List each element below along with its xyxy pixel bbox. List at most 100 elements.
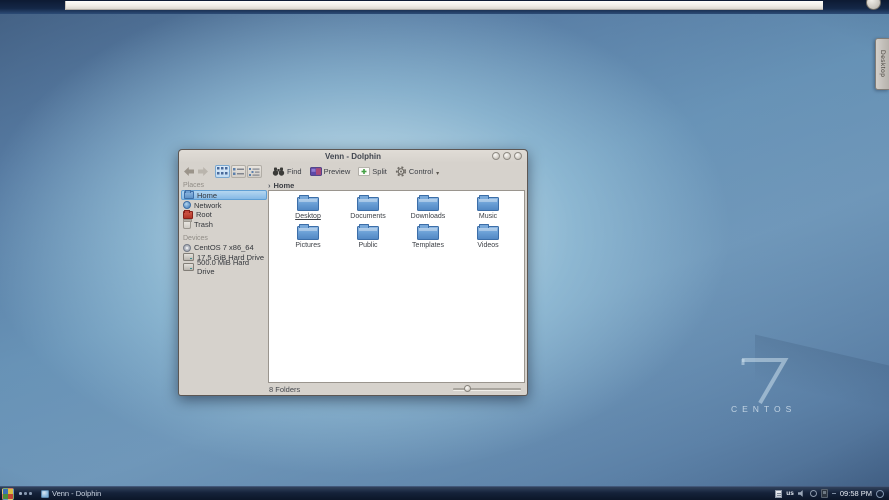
sidebar-item-label: Trash bbox=[194, 219, 213, 229]
forward-icon[interactable] bbox=[198, 167, 208, 176]
folder-icon bbox=[417, 224, 439, 240]
zoom-slider[interactable] bbox=[453, 385, 521, 392]
folder-item[interactable]: Desktop bbox=[278, 195, 338, 224]
pager-dots-icon[interactable] bbox=[19, 492, 33, 495]
task-label: Venn - Dolphin bbox=[52, 489, 102, 498]
details-view-icon bbox=[249, 168, 260, 176]
desktop-edge-tab-label: Desktop bbox=[879, 50, 886, 78]
folder-label: Desktop bbox=[295, 213, 321, 220]
sidebar-item-root[interactable]: Root bbox=[181, 209, 267, 219]
sidebar-item-label: CentOS 7 x86_64 bbox=[194, 243, 254, 252]
folder-label: Documents bbox=[350, 213, 386, 220]
keyboard-layout-indicator[interactable]: us bbox=[786, 490, 794, 497]
compact-view-icon bbox=[233, 168, 244, 175]
details-view-button[interactable] bbox=[247, 165, 262, 178]
window-title: Venn - Dolphin bbox=[325, 152, 381, 161]
status-summary: 8 Folders bbox=[269, 385, 301, 394]
breadcrumb-chevron-icon: › bbox=[268, 181, 271, 190]
folder-icon bbox=[417, 195, 439, 211]
zoom-slider-handle[interactable] bbox=[464, 385, 471, 392]
home-folder-icon bbox=[184, 190, 194, 199]
control-button[interactable]: Control ▾ bbox=[393, 166, 441, 177]
close-button[interactable] bbox=[514, 152, 522, 160]
taskbar-task-dolphin[interactable]: Venn - Dolphin bbox=[41, 489, 101, 498]
status-bar: 8 Folders bbox=[179, 382, 527, 395]
folder-label: Pictures bbox=[295, 242, 321, 249]
folder-item[interactable]: Pictures bbox=[278, 224, 338, 253]
system-tray: us 09:58 PM bbox=[775, 489, 889, 498]
folder-label: Templates bbox=[412, 242, 444, 249]
folder-item[interactable]: Public bbox=[338, 224, 398, 253]
hard-drive-icon bbox=[183, 253, 194, 261]
folder-icon bbox=[477, 224, 499, 240]
view-mode-group bbox=[215, 165, 262, 178]
folder-view: Desktop Documents Downloads Music Pictur… bbox=[268, 190, 525, 383]
folder-icon bbox=[477, 195, 499, 211]
binoculars-icon bbox=[272, 167, 285, 176]
folder-item[interactable]: Documents bbox=[338, 195, 398, 224]
folder-icon bbox=[357, 195, 379, 211]
gear-icon bbox=[395, 166, 406, 177]
optical-disc-icon bbox=[183, 243, 191, 252]
icons-view-icon bbox=[217, 167, 228, 175]
device-notifier-icon[interactable] bbox=[820, 489, 828, 498]
chevron-down-icon: ▾ bbox=[436, 171, 440, 177]
offscreen-window-edge[interactable] bbox=[65, 1, 823, 10]
icons-view-button[interactable] bbox=[215, 165, 230, 178]
control-label: Control bbox=[408, 167, 434, 176]
folder-item[interactable]: Downloads bbox=[398, 195, 458, 224]
network-globe-icon bbox=[183, 201, 191, 209]
dolphin-window: Venn - Dolphin Find Preview Split Contro… bbox=[178, 149, 528, 396]
places-header: Places bbox=[183, 182, 205, 189]
folder-icon bbox=[297, 224, 319, 240]
breadcrumb-location[interactable]: Home bbox=[274, 181, 295, 190]
root-folder-icon bbox=[183, 209, 193, 219]
sidebar-item-hdd-500mib[interactable]: 500.0 MiB Hard Drive bbox=[181, 258, 267, 276]
clock[interactable]: 09:58 PM bbox=[840, 489, 872, 498]
sidebar-item-trash[interactable]: Trash bbox=[181, 218, 267, 229]
sidebar-item-centos-disc[interactable]: CentOS 7 x86_64 bbox=[181, 243, 267, 252]
folder-label: Downloads bbox=[410, 213, 446, 220]
preview-button[interactable]: Preview bbox=[308, 167, 353, 176]
volume-icon[interactable] bbox=[797, 490, 803, 497]
sidebar-item-home[interactable]: Home bbox=[181, 190, 267, 200]
trash-icon bbox=[183, 218, 192, 229]
toolbar: Find Preview Split Control ▾ bbox=[179, 163, 527, 180]
window-titlebar[interactable]: Venn - Dolphin bbox=[179, 150, 527, 163]
find-button[interactable]: Find bbox=[270, 167, 304, 176]
sidebar-item-label: Network bbox=[194, 200, 222, 210]
window-controls bbox=[492, 152, 522, 160]
folder-item[interactable]: Music bbox=[458, 195, 518, 224]
minimize-button[interactable] bbox=[492, 152, 500, 160]
places-panel: Places Home Network Root Trash Devices C… bbox=[181, 181, 267, 276]
folder-label: Videos bbox=[477, 242, 499, 249]
centos-watermark-seven bbox=[741, 358, 789, 404]
sidebar-item-network[interactable]: Network bbox=[181, 201, 267, 210]
desktop-edge-tab[interactable]: Desktop bbox=[875, 38, 889, 90]
preview-label: Preview bbox=[323, 167, 351, 176]
panel-toolbox-icon[interactable] bbox=[876, 489, 884, 498]
centos-watermark-brand: CENTOS bbox=[731, 404, 797, 414]
folder-item[interactable]: Templates bbox=[398, 224, 458, 253]
folder-item[interactable]: Videos bbox=[458, 224, 518, 253]
notifications-icon[interactable] bbox=[809, 490, 817, 497]
taskbar-panel: Venn - Dolphin us 09:58 PM bbox=[0, 486, 889, 500]
hard-drive-icon bbox=[183, 262, 194, 271]
maximize-button[interactable] bbox=[503, 152, 511, 160]
folder-label: Music bbox=[478, 213, 498, 220]
back-icon[interactable] bbox=[184, 167, 194, 176]
breadcrumb[interactable]: › Home bbox=[268, 181, 294, 190]
find-label: Find bbox=[287, 167, 302, 176]
folder-icon bbox=[297, 195, 319, 211]
app-launcher-icon[interactable] bbox=[2, 487, 14, 500]
folder-grid: Desktop Documents Downloads Music Pictur… bbox=[269, 191, 524, 253]
split-view-icon bbox=[358, 167, 371, 176]
tray-expander-icon[interactable] bbox=[831, 492, 836, 495]
sidebar-item-label: Home bbox=[197, 190, 218, 200]
compact-view-button[interactable] bbox=[231, 165, 246, 178]
folder-icon bbox=[357, 224, 379, 240]
dolphin-task-icon bbox=[41, 489, 49, 498]
sidebar-item-label: Root bbox=[196, 210, 212, 219]
clipboard-icon[interactable] bbox=[775, 489, 783, 498]
split-button[interactable]: Split bbox=[356, 167, 389, 176]
